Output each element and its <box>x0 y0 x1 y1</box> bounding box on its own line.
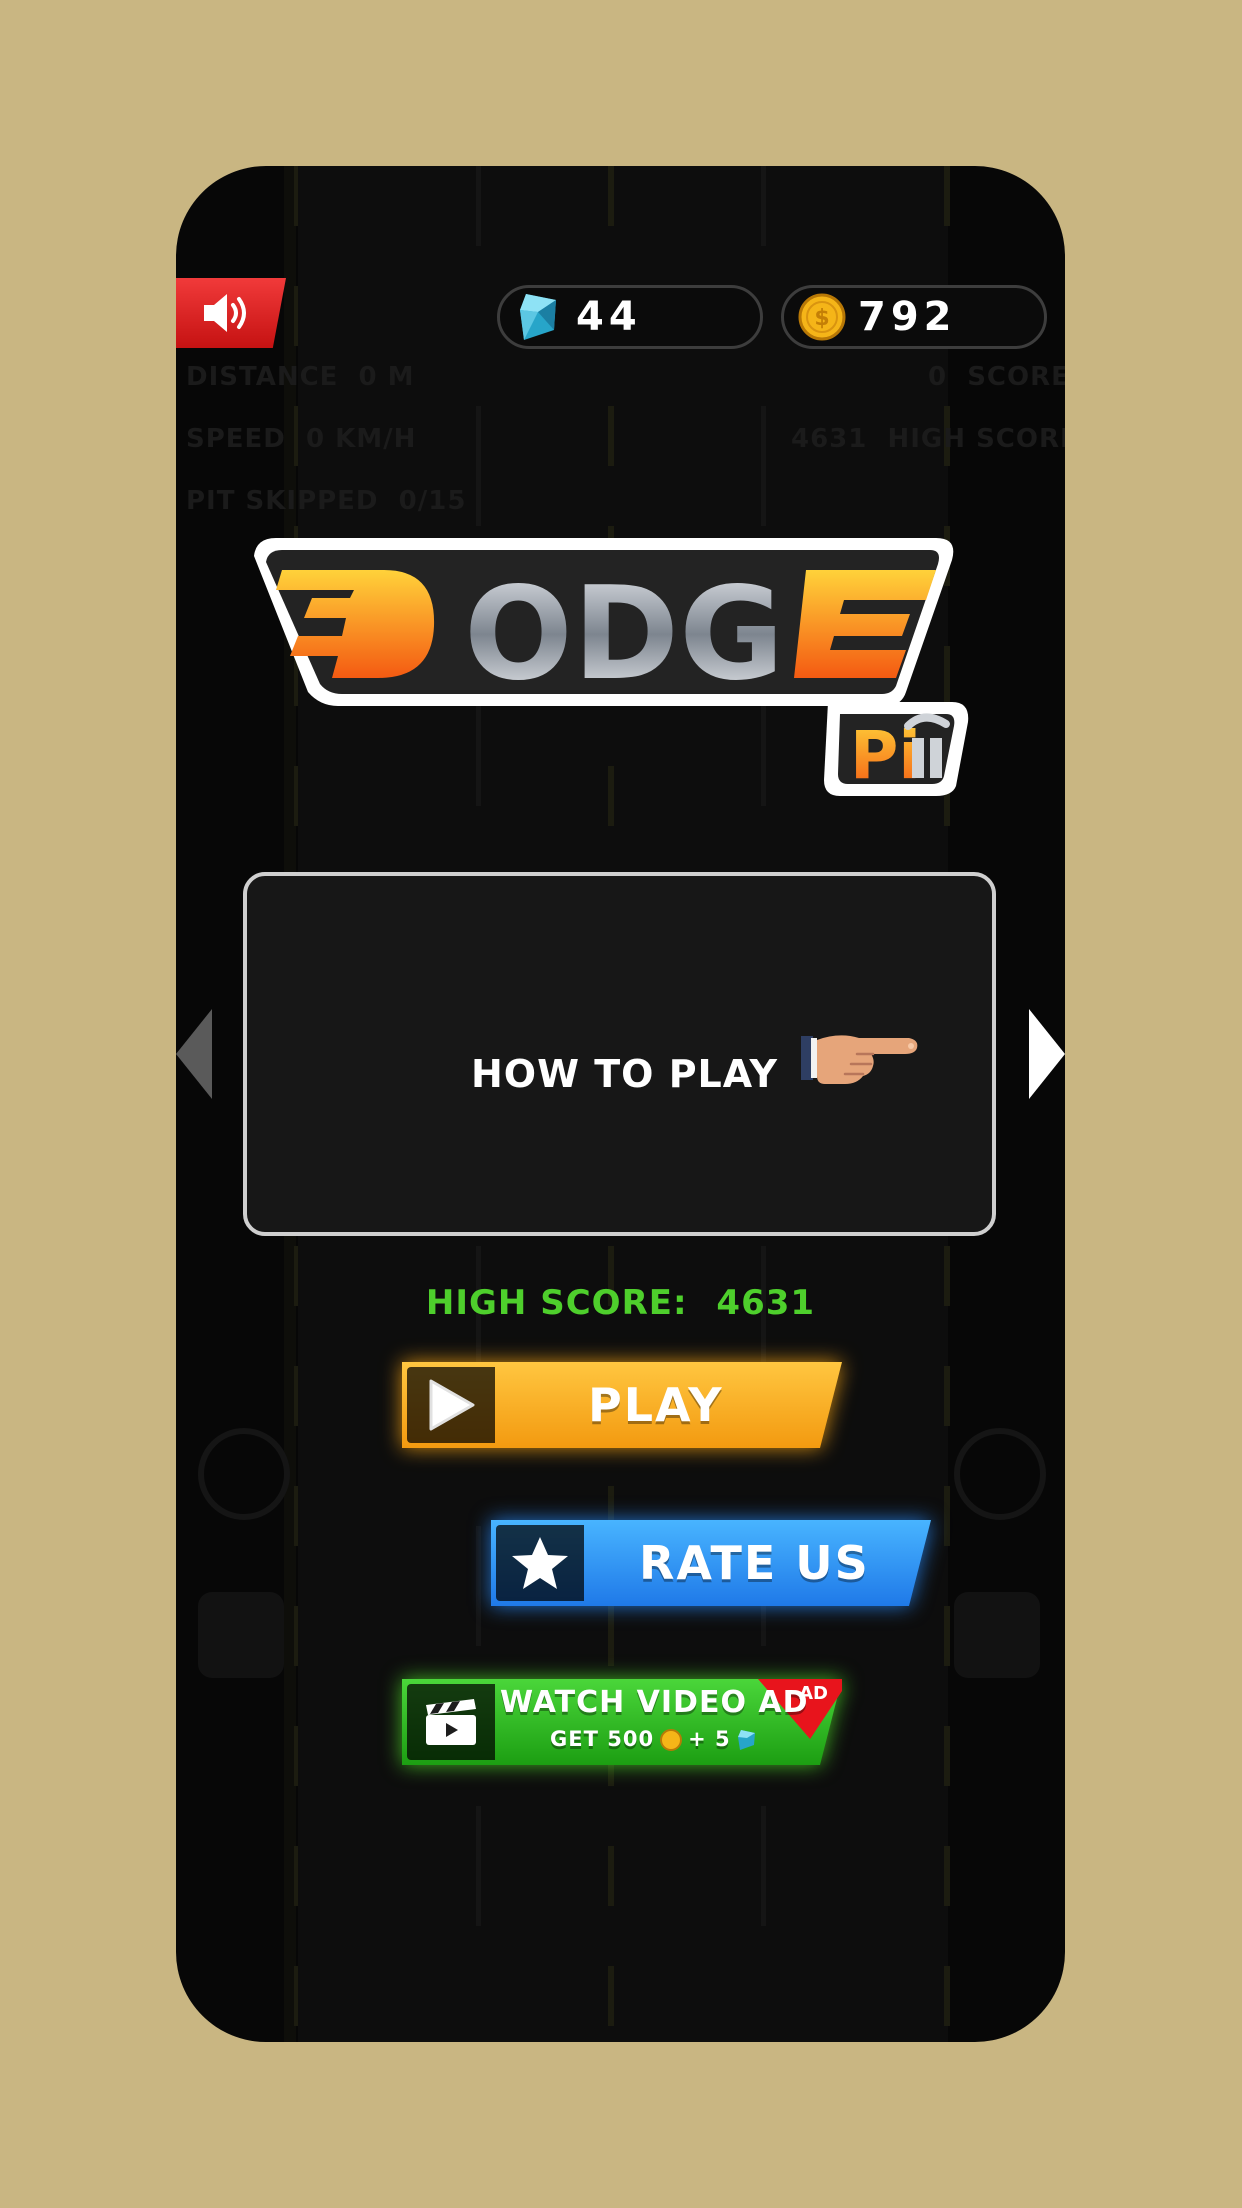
rate-us-label: RATE US <box>639 1536 870 1590</box>
clapperboard-icon <box>426 1699 476 1745</box>
speaker-icon <box>204 294 246 332</box>
play-button[interactable]: PLAY <box>402 1362 842 1448</box>
rate-us-button[interactable]: RATE US <box>491 1520 931 1606</box>
coins-value: 792 <box>858 294 957 340</box>
ghost-control-right <box>954 1428 1046 1520</box>
ghost-box-left <box>198 1592 284 1678</box>
game-screen: DISTANCE 0 M SPEED 0 KM/H PIT SKIPPED 0/… <box>176 166 1065 2042</box>
gem-icon <box>737 1730 755 1750</box>
watch-video-ad-button[interactable]: AD WATCH VIDEO AD GET 500 + 5 <box>402 1679 842 1765</box>
gem-icon <box>520 294 556 340</box>
hud-score: 0 SCORE <box>928 362 1065 392</box>
coin-icon <box>660 1729 683 1751</box>
next-arrow-icon[interactable] <box>1025 1009 1065 1099</box>
star-icon <box>512 1537 568 1589</box>
coins-counter: $ 792 <box>781 285 1047 349</box>
play-label: PLAY <box>588 1378 724 1432</box>
ghost-box-right <box>954 1592 1040 1678</box>
high-score-display: HIGH SCORE: 4631 <box>176 1283 1065 1323</box>
hud-high-score: 4631 HIGH SCORE <box>791 424 1065 454</box>
sound-button[interactable] <box>176 278 286 348</box>
gems-counter: 44 <box>497 285 763 349</box>
play-icon-box <box>407 1367 495 1443</box>
hud-pit-skipped: PIT SKIPPED 0/15 <box>186 486 467 516</box>
coin-icon: $ <box>798 293 846 341</box>
gems-value: 44 <box>576 294 642 340</box>
clapperboard-icon-box <box>407 1684 495 1760</box>
high-score-label: HIGH SCORE: <box>425 1283 688 1323</box>
svg-text:ODG: ODG <box>464 560 784 709</box>
svg-text:$: $ <box>814 306 829 331</box>
how-to-play-label[interactable]: HOW TO PLAY <box>471 1052 778 1096</box>
star-icon-box <box>496 1525 584 1601</box>
ghost-control-left <box>198 1428 290 1520</box>
hud-distance: DISTANCE 0 M <box>186 362 415 392</box>
game-logo: ODG Pi <box>246 526 1006 796</box>
high-score-value: 4631 <box>716 1283 816 1323</box>
pointing-hand-icon <box>801 1035 918 1084</box>
hud-speed: SPEED 0 KM/H <box>186 424 417 454</box>
ad-reward-text: GET 500 + 5 <box>550 1727 757 1751</box>
watch-video-ad-label: WATCH VIDEO AD <box>500 1685 809 1720</box>
previous-arrow-icon[interactable] <box>176 1009 216 1099</box>
play-icon <box>429 1379 475 1431</box>
